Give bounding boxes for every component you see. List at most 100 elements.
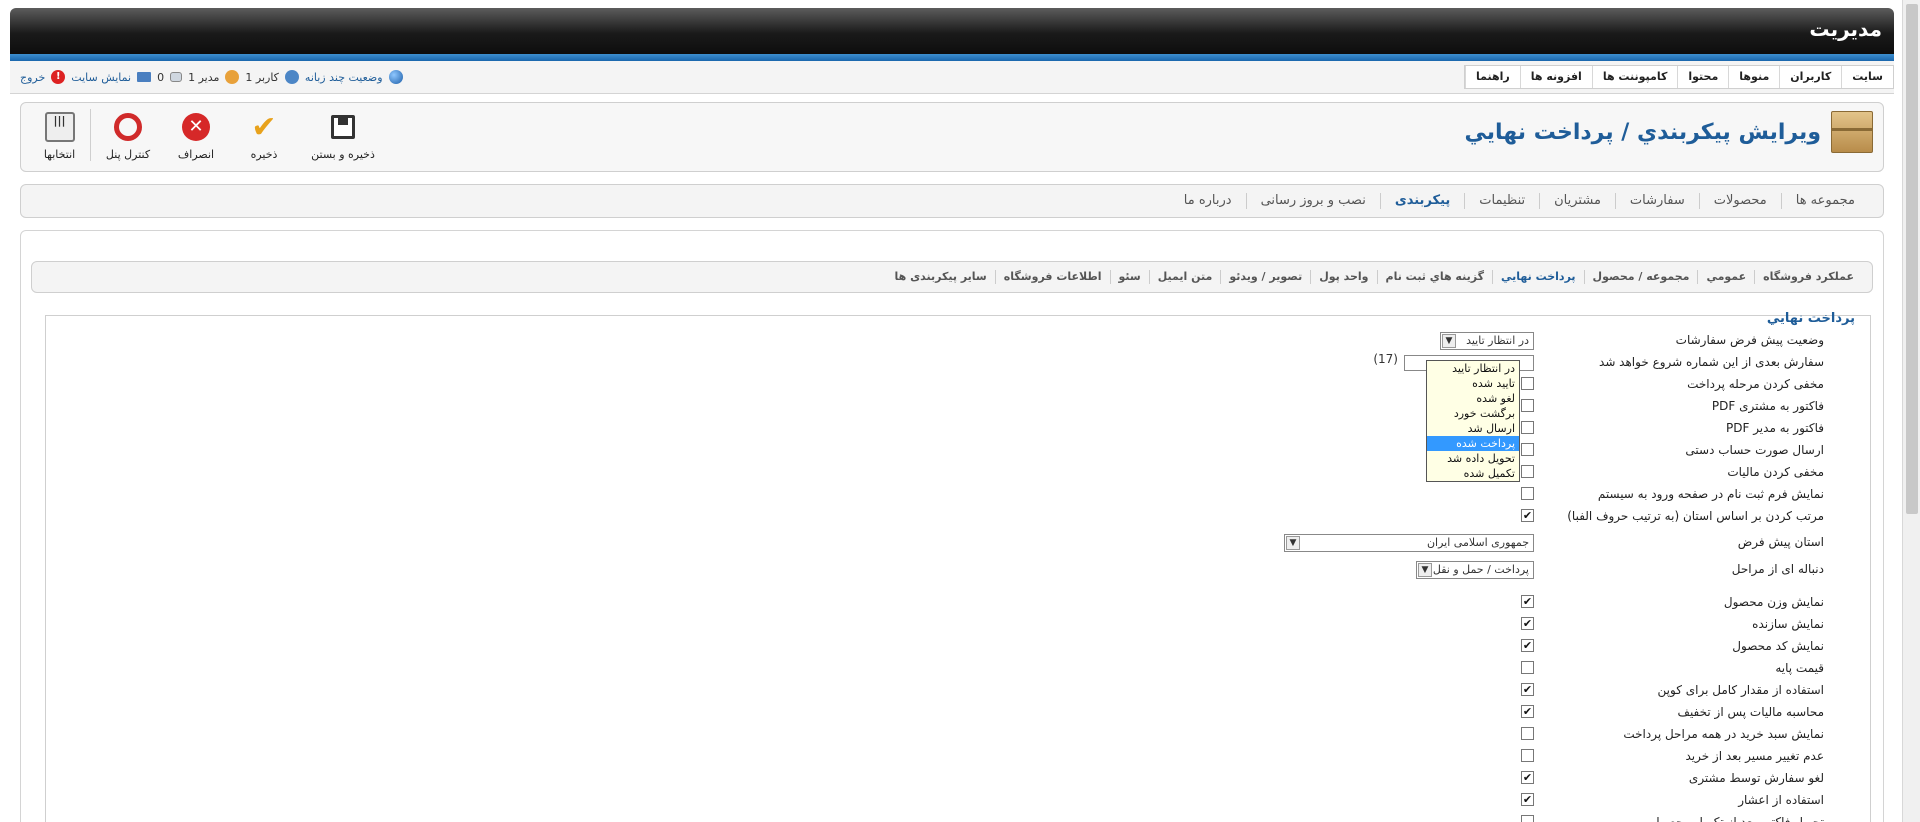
steps-sequence-label: دنباله ای از مراحل: [1731, 562, 1824, 576]
option-checkbox[interactable]: ✔: [1521, 683, 1534, 696]
form-row-checkbox: نمایش کد محصول ✔: [324, 638, 1824, 656]
tab-configuration[interactable]: پیکربندی: [1379, 193, 1464, 209]
option-checkbox[interactable]: ✔: [1521, 617, 1534, 630]
tab-orders[interactable]: سفارشات: [1614, 193, 1699, 209]
subtab-seo[interactable]: سئو: [1109, 270, 1149, 284]
menu-item-menus[interactable]: منوها: [1728, 66, 1779, 88]
vertical-scrollbar[interactable]: [1902, 0, 1920, 822]
save-icon: [331, 115, 355, 139]
save-label: ذخیره: [250, 148, 278, 161]
subtab-store-info[interactable]: اطلاعات فروشگاه: [994, 270, 1110, 284]
option-checkbox[interactable]: [1521, 749, 1534, 762]
option-checkbox[interactable]: ✔: [1521, 771, 1534, 784]
main-menu: سایت کاربران منوها محتوا کامپوننت ها افز…: [1464, 65, 1894, 89]
control-panel-button[interactable]: کنترل پنل: [97, 109, 159, 161]
dropdown-option[interactable]: در انتظار تایید: [1427, 361, 1519, 376]
dropdown-option[interactable]: تایید شده: [1427, 376, 1519, 391]
form-row-pdf-customer: PDF فاکتور به مشتری: [324, 398, 1824, 416]
chevron-down-icon: ▼: [1418, 563, 1432, 577]
dropdown-option[interactable]: برگشت خورد: [1427, 406, 1519, 421]
save-close-button[interactable]: ذخیره و بستن: [301, 109, 385, 161]
dropdown-option[interactable]: تکمیل شده: [1427, 466, 1519, 481]
checkbox-label: نمایش سازنده: [1752, 617, 1824, 631]
form-row-sort-state: مرتب کردن بر اساس استان (به ترتیب حروف ا…: [324, 508, 1824, 526]
order-status-select[interactable]: در انتظار تایید ▼: [1440, 332, 1534, 350]
options-label: انتخابها: [43, 148, 76, 161]
checkbox-label: قیمت پایه: [1775, 661, 1824, 675]
option-checkbox[interactable]: [1521, 727, 1534, 740]
subtab-other-config[interactable]: ساير پيكربندی ها: [887, 270, 995, 284]
menu-item-help[interactable]: راهنما: [1465, 66, 1520, 88]
tab-products[interactable]: محصولات: [1698, 193, 1781, 209]
tab-about[interactable]: درباره ما: [1170, 193, 1246, 209]
cancel-button[interactable]: ✕ انصراف: [165, 109, 227, 161]
manual-invoice-checkbox[interactable]: [1521, 443, 1534, 456]
form-row-pdf-admin: PDF فاکتور به مدیر: [324, 420, 1824, 438]
default-state-select[interactable]: جمهوری اسلامی ایران ▼: [1284, 534, 1534, 552]
steps-sequence-select[interactable]: پرداخت / حمل و نقل ▼: [1416, 561, 1534, 579]
menu-item-content[interactable]: محتوا: [1677, 66, 1728, 88]
option-checkbox[interactable]: ✔: [1521, 639, 1534, 652]
form-row-order-status: وضعیت پیش فرض سفارشات در انتظار تایید ▼: [324, 332, 1824, 350]
tab-settings[interactable]: تنظیمات: [1464, 193, 1539, 209]
menu-item-site[interactable]: سایت: [1841, 66, 1893, 88]
logout-link[interactable]: خروج: [20, 71, 45, 84]
hide-payment-label: مخفی کردن مرحله پرداخت: [1687, 377, 1824, 391]
users-icon: [284, 70, 299, 84]
subtab-image-video[interactable]: تصوير / ويدئو: [1220, 270, 1310, 284]
screen-icon: [137, 72, 152, 82]
option-checkbox[interactable]: ✔: [1521, 793, 1534, 806]
subtab-currency[interactable]: واحد پول: [1310, 270, 1376, 284]
form-row-checkbox: قیمت پایه: [324, 660, 1824, 678]
toolbar-buttons: ||| انتخابها کنترل پنل ✕ انصراف ✔ ذخیره …: [29, 109, 385, 161]
form-row-manual-invoice: ارسال صورت حساب دستی: [324, 442, 1824, 460]
steps-sequence-value: پرداخت / حمل و نقل: [1432, 563, 1529, 576]
option-checkbox[interactable]: [1521, 815, 1534, 822]
menu-item-components[interactable]: کامپوننت ها: [1591, 66, 1678, 88]
register-form-checkbox[interactable]: [1521, 487, 1534, 500]
hide-payment-checkbox[interactable]: [1521, 377, 1534, 390]
multilang-status-link[interactable]: وضعیت چند زبانه: [305, 71, 383, 84]
subtab-email-text[interactable]: متن ايميل: [1148, 270, 1221, 284]
save-close-label: ذخیره و بستن: [311, 148, 375, 161]
order-status-dropdown[interactable]: در انتظار تایید تایید شده لغو شده برگشت …: [1426, 360, 1520, 482]
pdf-customer-checkbox[interactable]: [1521, 399, 1534, 412]
subtab-store-performance[interactable]: عملكرد فروشگاه: [1754, 270, 1862, 284]
tab-customers[interactable]: مشتریان: [1539, 193, 1615, 209]
pdf-admin-checkbox[interactable]: [1521, 421, 1534, 434]
dropdown-option-highlighted[interactable]: پرداخت شده: [1427, 436, 1519, 451]
order-status-label: وضعیت پیش فرض سفارشات: [1675, 333, 1824, 347]
view-site-link[interactable]: نمایش سایت: [71, 71, 131, 84]
tab-collections[interactable]: مجموعه ها: [1780, 193, 1869, 209]
options-button[interactable]: ||| انتخابها: [29, 109, 91, 161]
admin-page: مدیریت سایت کاربران منوها محتوا کامپوننت…: [10, 8, 1894, 822]
dropdown-option[interactable]: لغو شده: [1427, 391, 1519, 406]
control-panel-icon: [114, 113, 142, 141]
dropdown-option[interactable]: تحویل داده شد: [1427, 451, 1519, 466]
cancel-label: انصراف: [177, 148, 215, 161]
subtab-registration-options[interactable]: گزينه هاي ثبت نام: [1376, 270, 1492, 284]
subtab-general[interactable]: عمومي: [1697, 270, 1754, 284]
dropdown-option[interactable]: ارسال شد: [1427, 421, 1519, 436]
tab-install-update[interactable]: نصب و بروز رسانی: [1245, 193, 1380, 209]
checkbox-label: نمایش وزن محصول: [1723, 595, 1824, 609]
subtab-checkout[interactable]: پرداخت نهايي: [1491, 270, 1584, 284]
sort-state-checkbox[interactable]: ✔: [1521, 509, 1534, 522]
option-checkbox[interactable]: ✔: [1521, 595, 1534, 608]
toolbar-panel: ويرايش پيکربندي / پرداخت نهايي ||| انتخا…: [20, 102, 1884, 172]
subtab-category-product[interactable]: مجموعه / محصول: [1583, 270, 1698, 284]
checkbox-label: استفاده از مقدار کامل برای کوپن: [1657, 683, 1824, 697]
scrollbar-thumb[interactable]: [1906, 4, 1918, 514]
form-row-checkbox: استفاده از مقدار کامل برای کوپن ✔: [324, 682, 1824, 700]
checkbox-label: تحویل فاکتور بعد از تکمیل محصول: [1650, 815, 1824, 822]
default-state-label: استان پیش فرض: [1737, 535, 1824, 549]
logout-icon: !: [51, 70, 66, 84]
package-icon: [1831, 111, 1873, 153]
option-checkbox[interactable]: ✔: [1521, 705, 1534, 718]
option-checkbox[interactable]: [1521, 661, 1534, 674]
hide-tax-checkbox[interactable]: [1521, 465, 1534, 478]
menu-item-extensions[interactable]: افزونه ها: [1519, 66, 1592, 88]
menu-item-users[interactable]: کاربران: [1779, 66, 1841, 88]
admin-header: مدیریت: [10, 8, 1894, 54]
save-button[interactable]: ✔ ذخیره: [233, 109, 295, 162]
